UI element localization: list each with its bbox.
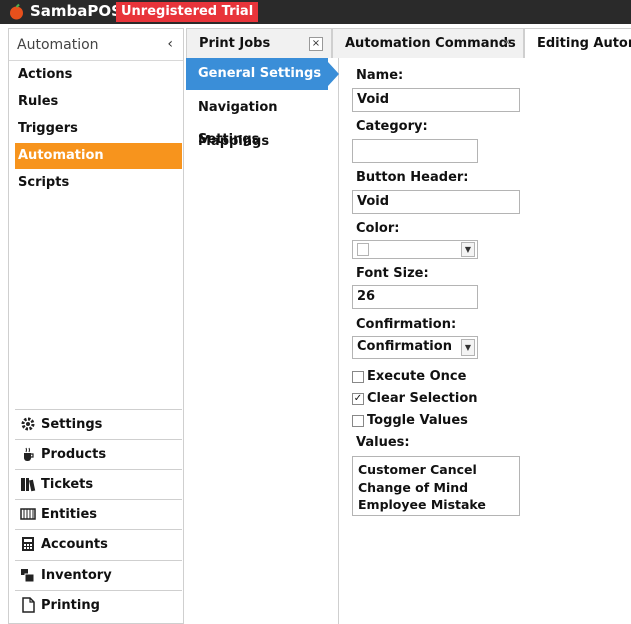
value-line: Employee Mistake [358,497,486,512]
tab-label: Automation Commands [345,36,516,51]
calculator-icon [22,537,34,551]
color-select[interactable]: ▼ [352,240,478,259]
module-settings[interactable]: Settings [15,409,182,439]
sidebar-item-scripts[interactable]: Scripts [15,170,182,196]
chevron-down-icon[interactable]: ▼ [461,242,475,257]
confirmation-value: Confirmation [357,339,452,354]
values-label: Values: [356,435,410,450]
button-header-input[interactable]: Void [352,190,520,214]
category-input[interactable] [352,139,478,163]
sidebar-item-automation-commands[interactable]: Automation Commands [15,143,182,189]
category-label: Category: [356,119,428,134]
tab-print-jobs[interactable]: Print Jobs × [186,28,332,58]
module-accounts[interactable]: Accounts [15,529,182,559]
tab-bar: Print Jobs × Automation Commands × Editi… [186,28,631,59]
subnav-navigation-settings[interactable]: Navigation Settings [186,92,338,147]
module-label: Accounts [41,537,108,552]
sidebar-item-actions[interactable]: Actions [15,62,182,88]
chevron-down-icon[interactable]: ▼ [461,339,475,356]
module-printing[interactable]: Printing [15,590,182,620]
active-pointer-arrow [328,62,339,86]
document-icon [22,597,35,613]
values-textarea[interactable]: Customer Cancel Change of Mind Employee … [352,456,520,516]
module-entities[interactable]: Entities [15,499,182,529]
module-label: Inventory [41,568,112,583]
edit-form: Name: Void Category: Button Header: Void… [340,58,631,624]
sidebar-item-triggers[interactable]: Triggers [15,116,182,142]
table-icon [20,508,36,520]
toggle-values-label: Toggle Values [367,413,468,428]
coffee-cup-icon [24,447,34,461]
color-swatch [357,243,369,256]
module-label: Tickets [41,477,94,492]
value-line: Customer Cancel [358,462,477,477]
tab-editing-automation[interactable]: Editing Automa [524,28,631,59]
title-bar: SambaPOS Unregistered Trial [0,0,631,24]
tab-automation-commands[interactable]: Automation Commands × [332,28,524,58]
module-label: Products [41,447,107,462]
close-icon[interactable]: × [309,37,323,51]
books-icon [21,478,36,492]
sidebar: Automation ‹ Actions Rules Triggers Auto… [8,28,184,624]
module-products[interactable]: Products [15,439,182,469]
sidebar-item-rules[interactable]: Rules [15,89,182,115]
confirmation-label: Confirmation: [356,317,457,332]
sidebar-title: Automation [17,37,99,53]
execute-once-checkbox[interactable] [352,371,364,383]
name-label: Name: [356,68,404,83]
confirmation-select[interactable]: Confirmation ▼ [352,336,478,359]
tomato-logo-icon [10,3,23,20]
font-size-label: Font Size: [356,266,429,281]
toggle-values-checkbox[interactable] [352,415,364,427]
module-inventory[interactable]: Inventory [15,560,182,590]
clear-selection-checkbox[interactable]: ✓ [352,393,364,405]
value-line: Change of Mind [358,479,469,495]
sidebar-header: Automation ‹ [9,29,183,61]
module-label: Entities [41,507,98,522]
subnav-general-settings[interactable]: General Settings [186,58,328,90]
name-input[interactable]: Void [352,88,520,112]
execute-once-label: Execute Once [367,369,467,384]
module-label: Settings [41,417,103,432]
clear-selection-label: Clear Selection [367,391,478,406]
tab-label: Editing Automa [537,36,631,51]
module-tickets[interactable]: Tickets [15,469,182,499]
color-label: Color: [356,221,400,236]
collapse-chevron-icon[interactable]: ‹ [167,36,173,52]
module-label: Printing [41,598,100,613]
settings-subnav: General Settings Navigation Settings Map… [186,58,339,624]
trial-badge: Unregistered Trial [116,2,259,22]
tab-label: Print Jobs [199,36,271,51]
gear-icon [21,417,35,431]
button-header-label: Button Header: [356,170,469,185]
subnav-mappings[interactable]: Mappings [186,126,338,158]
boxes-icon [21,569,35,583]
app-name: SambaPOS [30,2,122,20]
font-size-input[interactable]: 26 [352,285,478,309]
close-icon[interactable]: × [500,37,514,51]
